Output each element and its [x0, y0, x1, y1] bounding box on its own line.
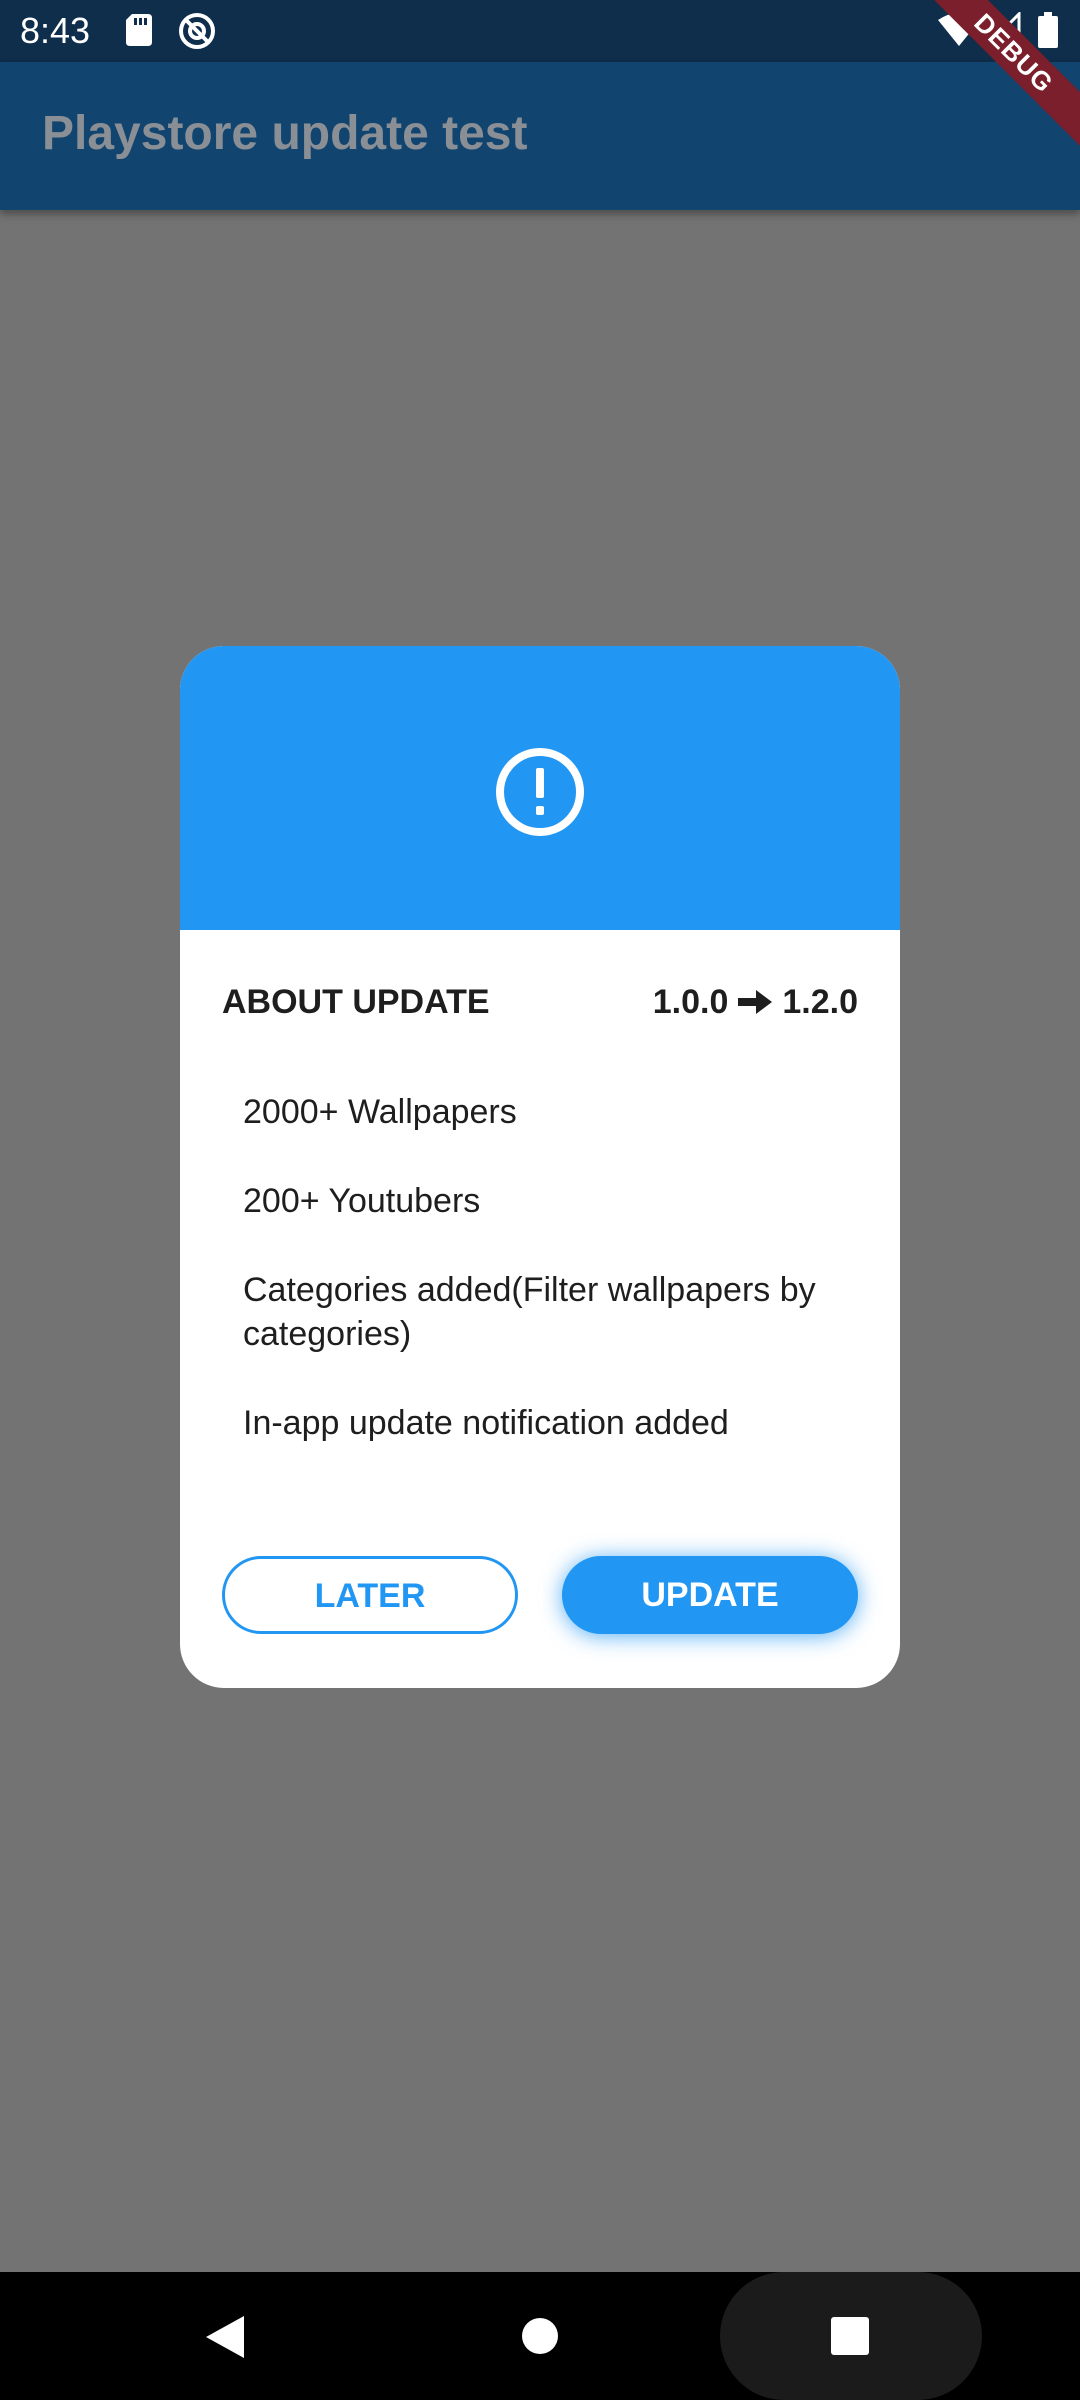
alert-circle-icon: [496, 748, 584, 836]
signal-icon: [985, 12, 1021, 48]
recents-icon[interactable]: [830, 2316, 870, 2356]
home-icon[interactable]: [520, 2316, 560, 2356]
about-update-title: ABOUT UPDATE: [222, 983, 490, 1021]
status-bar: 8:43: [0, 0, 1080, 62]
at-sign-icon: [179, 13, 215, 49]
changelog-item: 2000+ Wallpapers: [243, 1093, 517, 1131]
later-button[interactable]: LATER: [222, 1556, 518, 1634]
app-bar: Playstore update test: [0, 62, 1080, 210]
changelog-item: In-app update notification added: [243, 1404, 729, 1442]
dialog-header: [180, 646, 900, 930]
changelog-list: 2000+ Wallpapers 200+ Youtubers Categori…: [243, 1090, 853, 1490]
version-to: 1.2.0: [782, 983, 858, 1021]
version-from: 1.0.0: [652, 983, 729, 1021]
status-time: 8:43: [20, 10, 91, 51]
navigation-bar: [0, 2272, 1080, 2400]
changelog-item: 200+ Youtubers: [243, 1182, 481, 1220]
version-change: 1.0.0 1.2.0: [653, 982, 858, 1022]
app-title: Playstore update test: [42, 107, 528, 160]
wifi-icon: [938, 13, 980, 46]
update-dialog: ABOUT UPDATE 1.0.0 1.2.0 2000+ Wallpaper…: [180, 646, 900, 1688]
back-icon[interactable]: [204, 2314, 246, 2360]
changelog-item: Categories added(Filter wallpapers by ca…: [243, 1271, 816, 1353]
sd-card-icon: [126, 14, 152, 46]
update-button[interactable]: UPDATE: [562, 1556, 858, 1634]
arrow-right-icon: [738, 990, 773, 1014]
battery-icon: [1038, 12, 1058, 48]
